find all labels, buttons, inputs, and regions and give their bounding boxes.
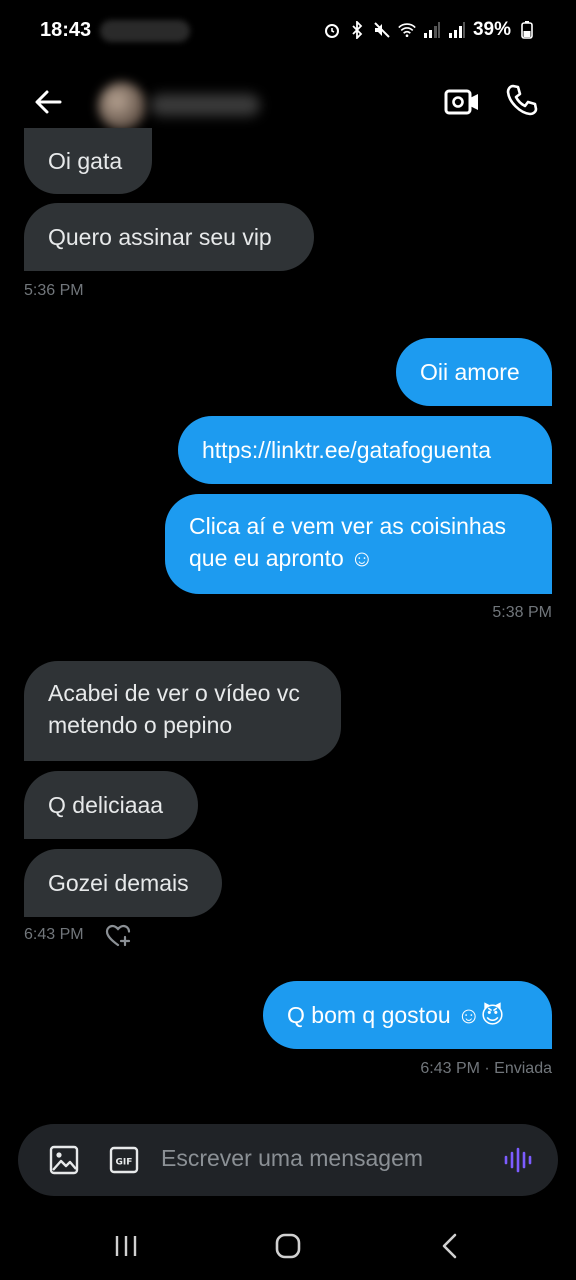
home-icon[interactable]	[270, 1228, 306, 1264]
svg-text:GIF: GIF	[116, 1158, 133, 1168]
message-text-line: Clica aí e vem ver as coisinhas	[189, 513, 507, 539]
message-text-line: metendo o pepino	[48, 712, 233, 738]
message-link[interactable]: https://linktr.ee/gatafoguenta	[202, 434, 491, 466]
outgoing-message[interactable]: Oii amore	[396, 338, 552, 406]
video-call-icon[interactable]	[444, 84, 480, 120]
image-icon[interactable]	[48, 1144, 80, 1176]
recents-icon[interactable]	[108, 1228, 144, 1264]
message-status-timestamp: 6:43 PM · Enviada	[420, 1060, 552, 1077]
alarm-icon	[323, 21, 341, 39]
message-text: Quero assinar seu vip	[48, 224, 272, 250]
voice-icon[interactable]	[502, 1144, 534, 1176]
status-icons: 39%	[323, 19, 536, 41]
wifi-icon	[398, 21, 416, 39]
incoming-message[interactable]: Acabei de ver o vídeo vc metendo o pepin…	[24, 661, 341, 761]
status-time: 18:43	[40, 19, 92, 41]
message-timestamp: 5:36 PM	[24, 282, 84, 299]
incoming-message[interactable]: Oi gata	[24, 128, 152, 194]
system-nav-bar	[0, 1210, 576, 1280]
incoming-message[interactable]: Gozei demais	[24, 849, 222, 917]
gif-icon[interactable]: GIF	[108, 1144, 140, 1176]
status-bar: 18:43 39%	[0, 0, 576, 62]
mute-icon	[373, 21, 391, 39]
message-input[interactable]: Escrever uma mensagem	[161, 1145, 423, 1172]
message-text: Oi gata	[48, 148, 123, 174]
outgoing-message[interactable]: Q bom q gostou ☺😈	[263, 981, 552, 1049]
incoming-message[interactable]: Quero assinar seu vip	[24, 203, 314, 271]
message-composer: GIF Escrever uma mensagem	[18, 1124, 558, 1196]
message-text-line: que eu apronto ☺	[189, 545, 374, 571]
signal-icon	[423, 21, 441, 39]
outgoing-message[interactable]: Clica aí e vem ver as coisinhas que eu a…	[165, 494, 552, 594]
message-timestamp: 6:43 PM	[24, 926, 84, 943]
incoming-message[interactable]: Q deliciaaa	[24, 771, 198, 839]
outgoing-message[interactable]: https://linktr.ee/gatafoguenta	[178, 416, 552, 484]
message-text: Oii amore	[420, 359, 520, 385]
message-text: Gozei demais	[48, 870, 189, 896]
back-arrow-icon[interactable]	[32, 86, 64, 118]
notification-icons-blurred	[100, 20, 190, 42]
contact-avatar[interactable]	[98, 82, 146, 130]
contact-name[interactable]	[150, 94, 260, 116]
battery-percentage: 39%	[472, 19, 511, 40]
message-timestamp: 5:38 PM	[492, 604, 552, 621]
message-text: Q bom q gostou ☺😈	[287, 1002, 505, 1028]
heart-plus-icon[interactable]	[104, 922, 132, 950]
nav-back-icon[interactable]	[432, 1228, 468, 1264]
message-text-line: Acabei de ver o vídeo vc	[48, 680, 300, 706]
bluetooth-icon	[348, 21, 366, 39]
signal-icon-2	[448, 21, 466, 39]
phone-icon[interactable]	[504, 82, 540, 118]
message-text: Q deliciaaa	[48, 792, 164, 818]
battery-icon	[518, 21, 536, 39]
